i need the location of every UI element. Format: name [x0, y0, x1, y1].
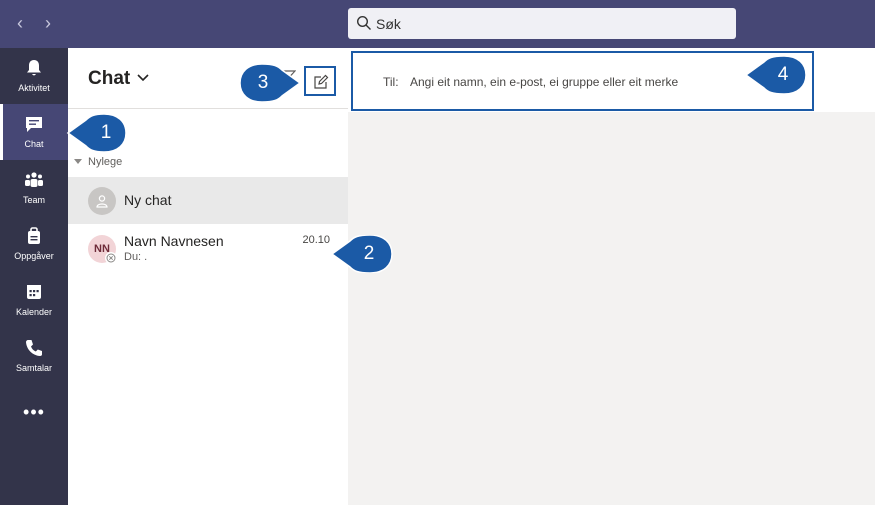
chat-preview: Du: .: [124, 251, 148, 263]
phone-icon: [26, 340, 42, 356]
chat-name: Ny chat: [124, 192, 172, 208]
search-icon: [356, 15, 371, 30]
calendar-icon: [27, 285, 41, 299]
section-recent[interactable]: Nylege: [74, 156, 122, 168]
callout-number: 4: [777, 64, 789, 85]
list-item-chat[interactable]: NN Navn Navnesen Du: . 20.10: [68, 225, 348, 272]
rail-item-activity[interactable]: Aktivitet: [0, 48, 68, 104]
rail-item-label: Samtalar: [15, 363, 52, 373]
callout-4: 4: [744, 56, 808, 94]
chat-name: Navn Navnesen: [124, 233, 224, 249]
new-chat-button[interactable]: [304, 66, 336, 96]
rail-item-calls[interactable]: Samtalar: [0, 328, 68, 384]
rail-item-calendar[interactable]: Kalender: [0, 272, 68, 328]
avatar: [88, 187, 116, 215]
search-input[interactable]: Søk: [348, 8, 736, 39]
to-label: Til:: [383, 75, 399, 89]
callout-3: 3: [238, 64, 302, 102]
assignments-icon: [28, 227, 40, 244]
rail-item-label: Chat: [24, 139, 44, 149]
compose-icon: [314, 74, 329, 89]
more-apps-icon[interactable]: •••: [0, 402, 68, 423]
chat-timestamp: 20.10: [302, 234, 330, 246]
header-divider: [68, 108, 348, 109]
callout-2: 2: [330, 235, 394, 273]
rail-item-chat[interactable]: Chat: [0, 104, 68, 160]
rail-item-label: Kalender: [15, 307, 53, 317]
offline-icon: [106, 253, 116, 263]
to-input-placeholder[interactable]: Angi eit namn, ein e-post, ei gruppe ell…: [410, 75, 678, 89]
callout-number: 1: [100, 122, 112, 143]
rail-item-label: Oppgåver: [14, 251, 54, 261]
app-rail: Aktivitet Chat Team Oppgåver Kalender Sa…: [0, 48, 68, 505]
title-bar: ‹ › Søk: [0, 0, 875, 48]
presence-status-icon: [105, 252, 117, 264]
rail-item-label: Team: [22, 195, 45, 205]
bell-icon: [27, 60, 41, 76]
caret-down-icon: [74, 159, 82, 164]
forward-arrow-icon[interactable]: ›: [38, 13, 58, 33]
rail-item-label: Aktivitet: [18, 83, 50, 93]
callout-number: 3: [257, 72, 269, 93]
person-icon: [96, 195, 108, 208]
chevron-down-icon[interactable]: [136, 70, 150, 84]
rail-item-team[interactable]: Team: [0, 160, 68, 216]
main-pane: Til: Angi eit namn, ein e-post, ei grupp…: [348, 48, 875, 505]
page-title: Chat: [88, 68, 131, 89]
list-item-new-chat[interactable]: Ny chat: [68, 177, 348, 224]
team-icon: [25, 172, 43, 187]
section-label: Nylege: [88, 156, 123, 168]
callout-1: 1: [66, 114, 128, 152]
callout-number: 2: [363, 243, 375, 264]
chat-icon: [26, 117, 42, 132]
back-arrow-icon[interactable]: ‹: [10, 13, 30, 33]
rail-item-assignments[interactable]: Oppgåver: [0, 216, 68, 272]
search-placeholder: Søk: [376, 16, 401, 32]
